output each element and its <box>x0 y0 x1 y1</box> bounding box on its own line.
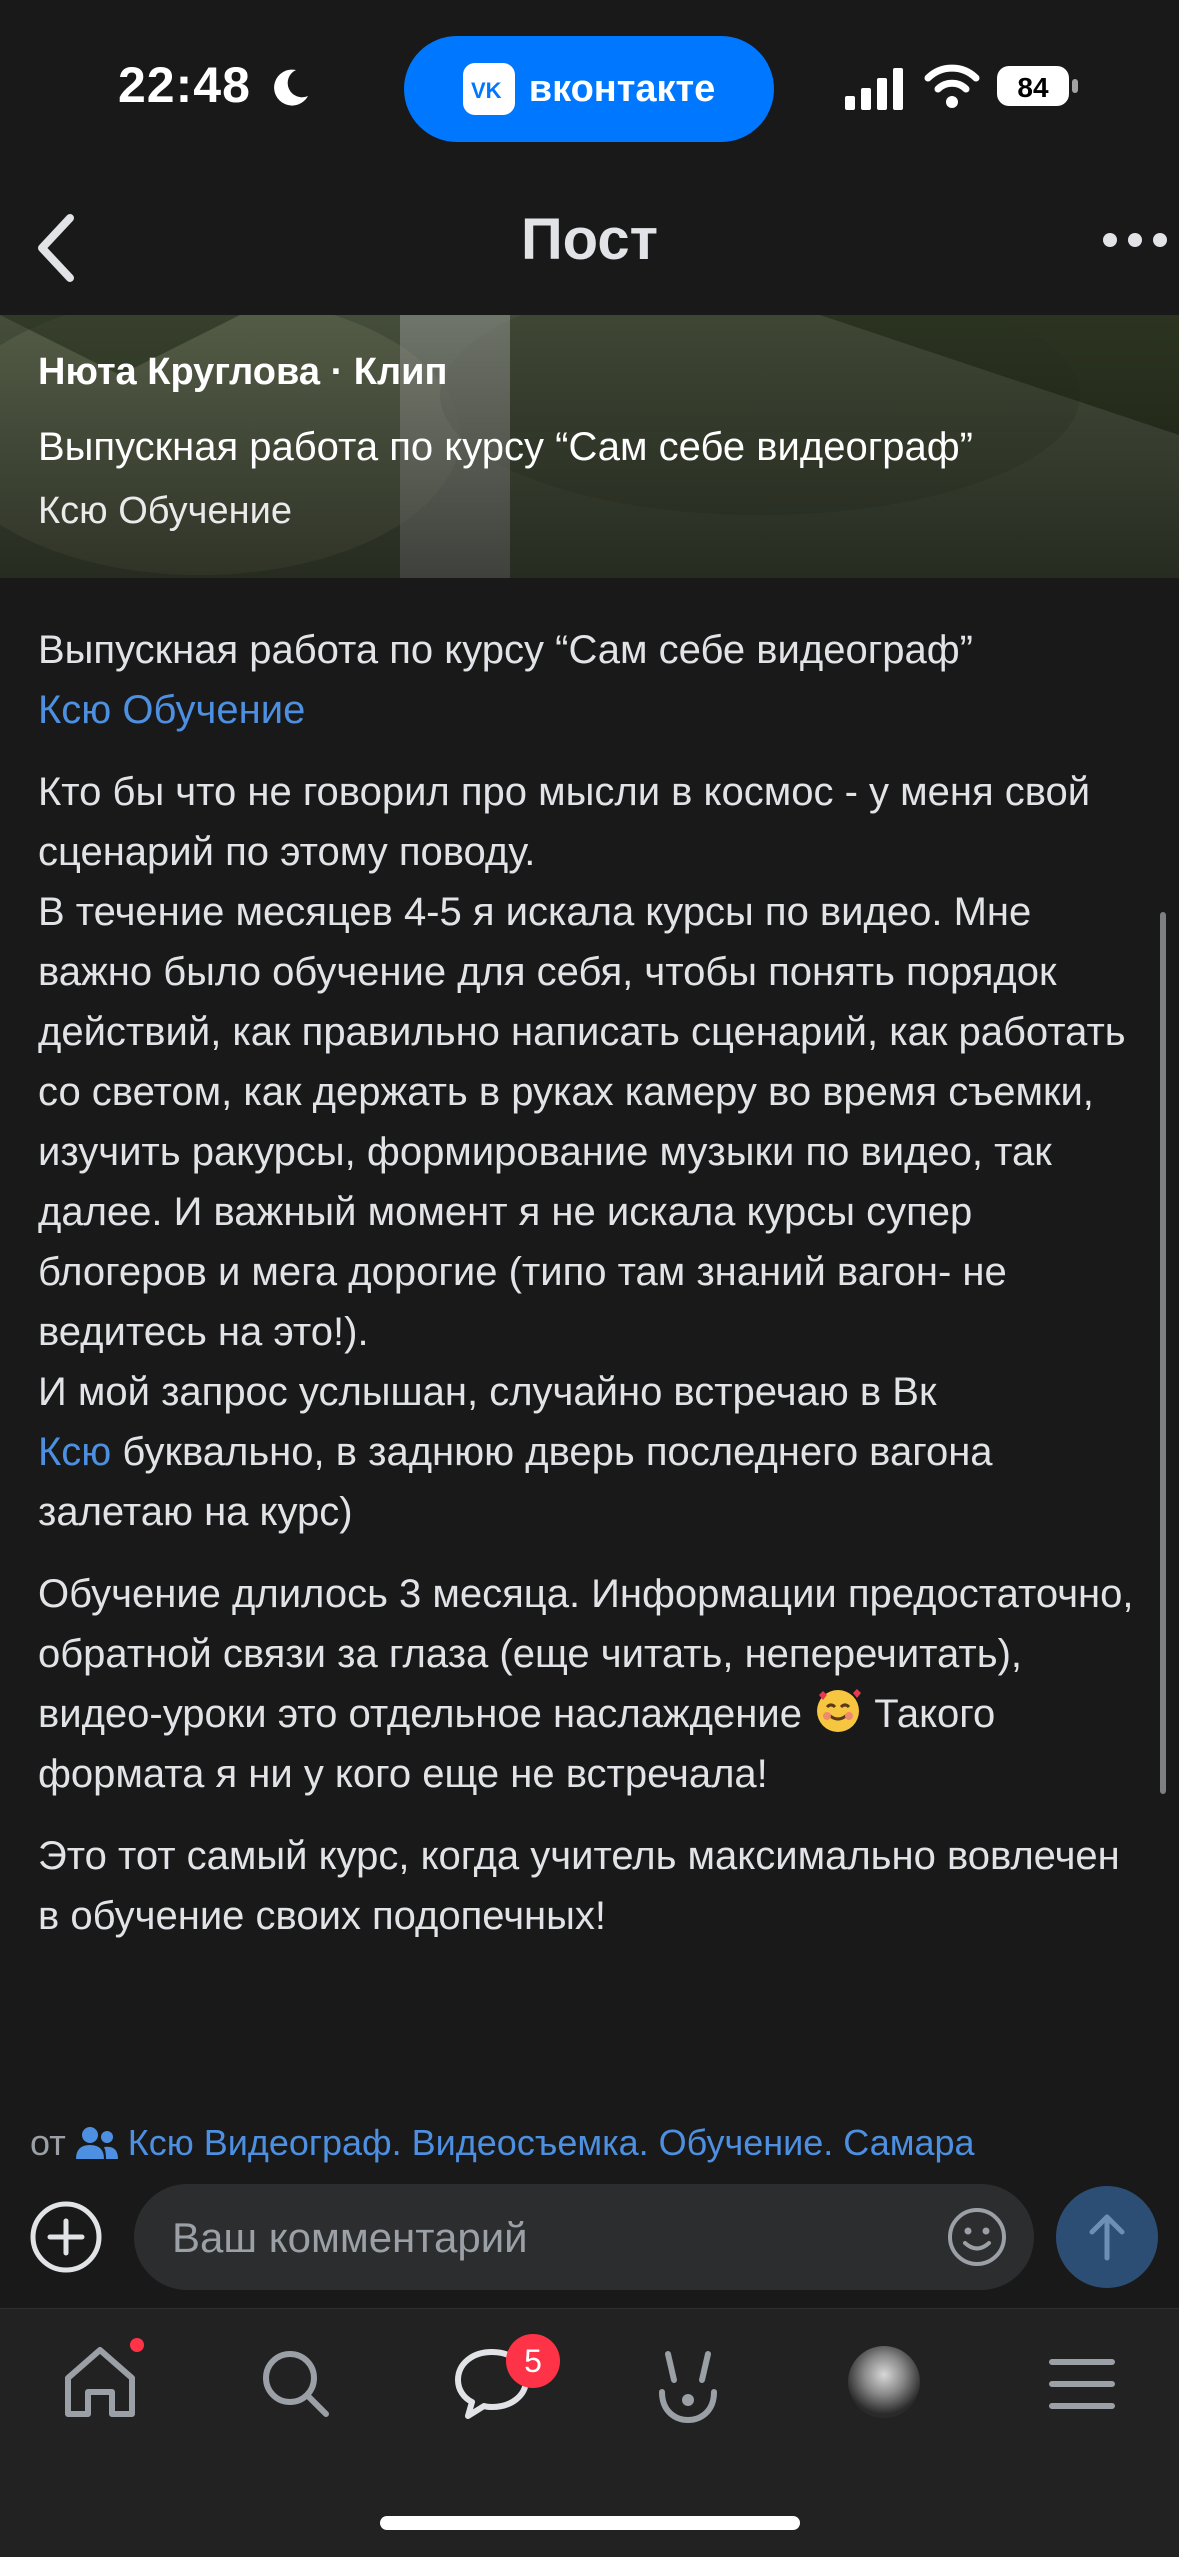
post-body: Выпускная работа по курсу “Сам себе виде… <box>38 620 1148 1968</box>
smiling-face-with-hearts-emoji-icon <box>817 1689 862 1732</box>
post-paragraph-3: Обучение длилось 3 месяца. Информации пр… <box>38 1564 1148 1804</box>
tab-home-icon[interactable] <box>60 2342 140 2422</box>
more-options-icon[interactable] <box>1100 228 1170 252</box>
emoji-picker-icon[interactable] <box>946 2206 1008 2268</box>
comment-placeholder: Ваш комментарий <box>172 2214 528 2261</box>
page-title: Пост <box>520 207 658 272</box>
post-paragraph-1: Выпускная работа по курсу “Сам себе виде… <box>38 620 1148 740</box>
post-source-row[interactable]: от Ксю Видеограф. Видеосъемка. Обучение.… <box>30 2122 975 2164</box>
post-paragraph-4: Это тот самый курс, когда учитель максим… <box>38 1826 1148 1946</box>
profile-avatar[interactable] <box>848 2346 920 2418</box>
tab-menu-icon[interactable] <box>1042 2344 1122 2424</box>
tab-clips-icon[interactable] <box>648 2346 728 2426</box>
post-link-ksyu-obuchenie[interactable]: Ксю Обучение <box>38 688 305 732</box>
messages-badge: 5 <box>506 2334 560 2388</box>
comment-input[interactable]: Ваш комментарий <box>134 2184 1034 2290</box>
battery-icon: 84 <box>997 66 1078 106</box>
post-link-ksyu[interactable]: Ксю <box>38 1430 111 1474</box>
clip-preview[interactable]: Нюта Круглова · Клип Выпускная работа по… <box>0 315 1179 578</box>
post-source-prefix: от <box>30 2122 66 2163</box>
cellular-signal-icon <box>845 68 903 110</box>
wifi-icon <box>924 64 980 108</box>
battery-level: 84 <box>1017 72 1049 103</box>
home-indicator[interactable] <box>380 2516 800 2530</box>
add-attachment-icon[interactable] <box>28 2199 104 2275</box>
post-heading-line: Выпускная работа по курсу “Сам себе виде… <box>38 628 973 672</box>
clip-title: Выпускная работа по курсу “Сам себе виде… <box>38 425 973 469</box>
moon-icon <box>274 69 308 106</box>
clip-subtitle: Ксю Обучение <box>38 490 292 532</box>
vk-logo-icon: VK <box>462 63 515 115</box>
send-button[interactable] <box>1056 2186 1158 2288</box>
svg-text:VK: VK <box>471 78 502 101</box>
post-source-group-link[interactable]: Ксю Видеограф. Видеосъемка. Обучение. Са… <box>128 2122 975 2164</box>
send-arrow-icon <box>1089 2214 1125 2261</box>
tab-search-icon[interactable] <box>256 2344 336 2424</box>
group-people-icon <box>75 2127 118 2159</box>
post-paragraph-2: Кто бы что не говорил про мысли в космос… <box>38 762 1148 1542</box>
status-time: 22:48 <box>118 57 251 113</box>
post-paragraph-4-text: Это тот самый курс, когда учитель максим… <box>38 1834 1120 1938</box>
home-notification-dot <box>130 2338 144 2352</box>
vk-pill-label: вконтакте <box>528 67 716 110</box>
scrollbar[interactable] <box>1160 912 1166 1794</box>
clip-author: Нюта Круглова · Клип <box>38 351 448 393</box>
vk-app-pill[interactable]: VK вконтакте <box>404 36 774 142</box>
post-paragraph-2-tail: буквально, в заднюю дверь последнего ваг… <box>38 1430 993 1534</box>
post-paragraph-2-text: Кто бы что не говорил про мысли в космос… <box>38 770 1126 1414</box>
content-fade <box>0 2060 1179 2100</box>
